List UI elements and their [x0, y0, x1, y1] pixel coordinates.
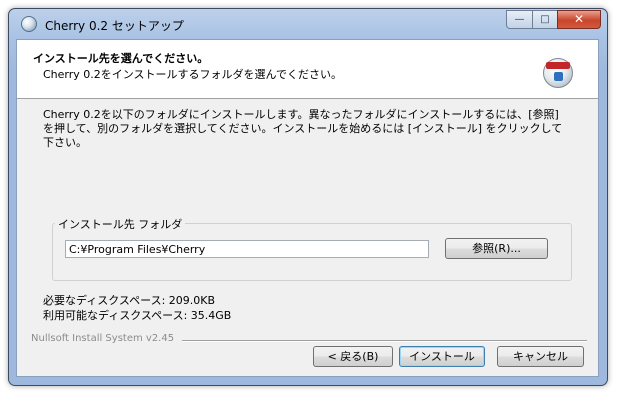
dialog-body: インストール先を選んでください。 Cherry 0.2をインストールするフォルダ… — [16, 39, 599, 377]
back-button[interactable]: < 戻る(B) — [313, 346, 393, 367]
window-title: Cherry 0.2 セットアップ — [45, 19, 184, 33]
footer-separator — [182, 340, 587, 342]
destination-path-input[interactable] — [65, 240, 429, 258]
destination-group-label: インストール先 フォルダ — [55, 216, 186, 232]
browse-button[interactable]: 参照(R)... — [445, 238, 548, 259]
close-button[interactable]: ✕ — [557, 10, 601, 29]
intro-text: Cherry 0.2を以下のフォルダにインストールします。異なったフォルダにイン… — [43, 108, 563, 149]
wizard-header: インストール先を選んでください。 Cherry 0.2をインストールするフォルダ… — [17, 40, 598, 99]
space-available: 利用可能なディスクスペース: 35.4GB — [43, 309, 232, 322]
title-bar[interactable]: Cherry 0.2 セットアップ — □ ✕ — [9, 9, 607, 39]
install-button[interactable]: インストール — [399, 346, 485, 367]
cherry-app-icon — [21, 16, 37, 32]
installer-window: Cherry 0.2 セットアップ — □ ✕ インストール先を選んでください。… — [8, 8, 608, 386]
page-subtitle: Cherry 0.2をインストールするフォルダを選んでください。 — [43, 68, 342, 81]
page-title: インストール先を選んでください。 — [33, 52, 209, 65]
maximize-button[interactable]: □ — [532, 10, 558, 29]
cancel-button[interactable]: キャンセル — [497, 346, 584, 367]
nsis-branding: Nullsoft Install System v2.45 — [31, 333, 175, 344]
installer-disk-icon — [543, 58, 573, 88]
space-required: 必要なディスクスペース: 209.0KB — [43, 294, 216, 307]
minimize-button[interactable]: — — [506, 10, 533, 29]
